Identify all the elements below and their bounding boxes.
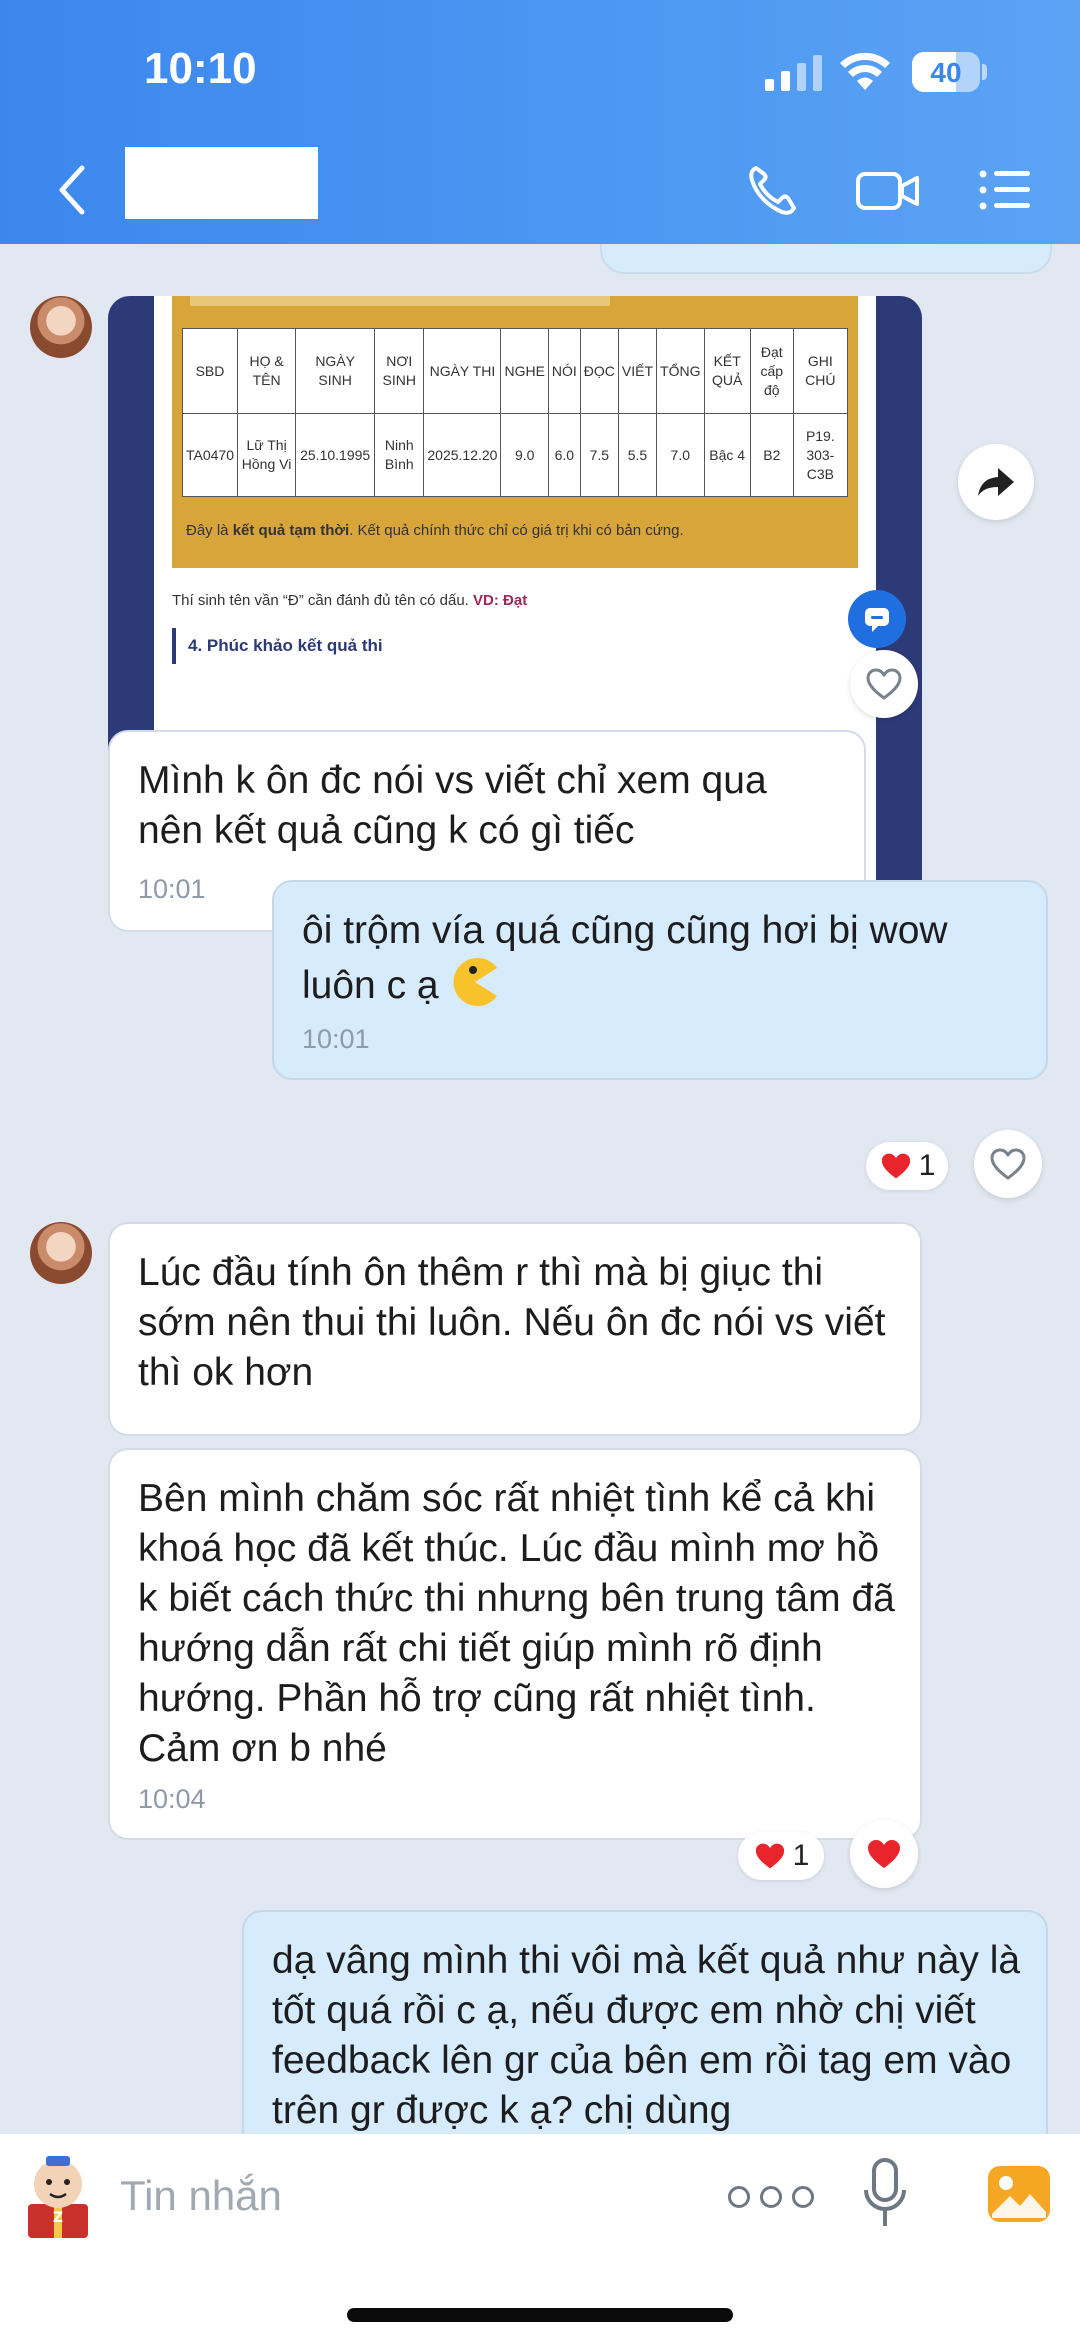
message-bubble-incoming[interactable]: Bên mình chăm sóc rất nhiệt tình kể cả k… — [108, 1448, 922, 1840]
reaction-count[interactable]: 1 — [866, 1142, 948, 1190]
message-bubble-incoming[interactable]: Lúc đầu tính ôn thêm r thì mà bị giục th… — [108, 1222, 922, 1436]
sticker-icon[interactable]: Z — [16, 2148, 100, 2240]
react-button[interactable] — [850, 1820, 918, 1888]
more-icon[interactable] — [728, 2182, 838, 2212]
table-header-cell: SBD — [182, 328, 238, 414]
table-cell: 7.5 — [579, 413, 619, 497]
message-input[interactable]: Tin nhắn — [120, 2172, 282, 2220]
menu-icon[interactable] — [978, 160, 1032, 220]
share-button[interactable] — [958, 444, 1034, 520]
message-text: Bên mình chăm sóc rất nhiệt tình kể cả k… — [138, 1477, 895, 1770]
pacman-emoji — [453, 958, 498, 1006]
table-header-cell: NGÀY SINH — [295, 328, 376, 414]
react-button[interactable] — [974, 1130, 1042, 1198]
table-cell: Lữ Thị Hồng Vi — [236, 413, 297, 497]
message-time: 10:01 — [138, 874, 206, 904]
avatar[interactable] — [30, 296, 92, 358]
mic-icon[interactable] — [862, 2156, 908, 2236]
table-header-cell: NGHE — [500, 328, 549, 414]
provisional-note: Đây là kết quả tạm thời. Kết quả chính t… — [186, 522, 684, 539]
heart-icon — [866, 668, 902, 700]
previous-message-bubble[interactable] — [600, 244, 1052, 274]
heart-icon — [868, 1840, 900, 1868]
chat-support-icon — [848, 590, 906, 648]
top-bar: 10:10 40 — [0, 0, 1080, 244]
table-cell: Ninh Bình — [374, 413, 425, 497]
results-panel: SBD HỌ & TÊN NGÀY SINH NƠI SINH NGÀY THI NGHE… — [172, 296, 858, 568]
heart-icon — [881, 1153, 910, 1179]
video-icon[interactable] — [855, 160, 921, 220]
table-cell: TA0470 — [182, 413, 238, 497]
table-cell: 9.0 — [500, 413, 549, 497]
message-text: ôi trộm vía quá cũng cũng hơi bị wow luô… — [302, 909, 948, 1007]
wifi-icon — [840, 52, 890, 90]
table-cell: 5.5 — [617, 413, 658, 497]
message-time: 10:04 — [138, 1784, 206, 1814]
table-header-cell: HỌ & TÊN — [236, 328, 297, 414]
table-cell: 25.10.1995 — [295, 413, 376, 497]
svg-text:Z: Z — [53, 2210, 63, 2226]
home-indicator — [347, 2308, 733, 2322]
message-text: dạ vâng mình thi vôi mà kết quả như này … — [272, 1939, 1021, 2132]
chat-area[interactable]: SBD HỌ & TÊN NGÀY SINH NƠI SINH NGÀY THI NGHE… — [0, 244, 1080, 2134]
table-header-cell: ĐỌC — [579, 328, 619, 414]
table-header-cell: KẾT QUẢ — [703, 328, 751, 414]
signal-icon — [765, 55, 822, 91]
table-header-cell: TỔNG — [656, 328, 705, 414]
table-header-cell: NGÀY THI — [423, 328, 502, 414]
message-composer: Z Tin nhắn — [0, 2134, 1080, 2340]
reaction-count[interactable]: 1 — [738, 1832, 824, 1880]
section-title: 4. Phúc khảo kết quả thi — [172, 628, 832, 664]
table-header-cell: NƠI SINH — [374, 328, 425, 414]
name-note: Thí sinh tên vần “Đ” cần đánh đủ tên có … — [172, 592, 528, 609]
heart-icon — [755, 1843, 784, 1869]
table-header-cell: VIẾT — [617, 328, 658, 414]
table-cell: 6.0 — [547, 413, 581, 497]
table-header-cell: GHI CHÚ — [792, 328, 849, 414]
table-header-cell: Đạt cấp độ — [749, 328, 794, 414]
battery-icon: 40 — [912, 52, 987, 92]
status-time: 10:10 — [144, 44, 257, 93]
back-icon[interactable] — [52, 160, 92, 220]
share-icon — [978, 468, 1014, 496]
message-bubble-outgoing[interactable]: dạ vâng mình thi vôi mà kết quả như này … — [242, 1910, 1048, 2134]
react-button[interactable] — [850, 650, 918, 718]
table-cell: B2 — [749, 413, 794, 497]
table-cell: 7.0 — [656, 413, 705, 497]
message-text: Mình k ôn đc nói vs viết chỉ xem qua nên… — [138, 759, 767, 852]
table-header-cell: NÓI — [547, 328, 581, 414]
phone-icon[interactable] — [744, 160, 800, 220]
photo-icon[interactable] — [986, 2164, 1052, 2224]
table-cell: P19. 303-C3B — [792, 413, 849, 497]
avatar[interactable] — [30, 1222, 92, 1284]
results-table: SBD HỌ & TÊN NGÀY SINH NƠI SINH NGÀY THI NGHE… — [182, 328, 849, 497]
table-cell: Bậc 4 — [703, 413, 751, 497]
message-bubble-outgoing[interactable]: ôi trộm vía quá cũng cũng hơi bị wow luô… — [272, 880, 1048, 1080]
table-cell: 2025.12.20 — [423, 413, 502, 497]
contact-name[interactable] — [125, 147, 318, 219]
battery-level: 40 — [930, 57, 962, 88]
message-time: 10:01 — [302, 1024, 370, 1054]
message-text: Lúc đầu tính ôn thêm r thì mà bị giục th… — [138, 1251, 886, 1394]
heart-icon — [990, 1148, 1026, 1180]
